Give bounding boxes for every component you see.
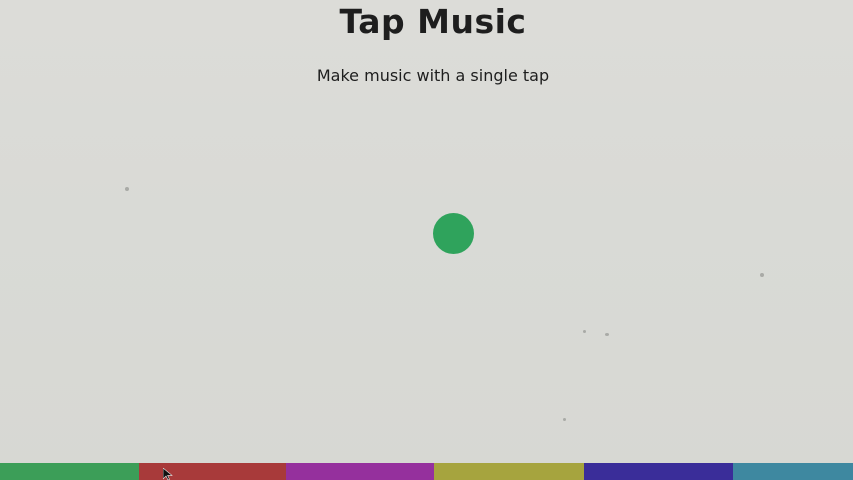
- color-segment-2[interactable]: [139, 463, 286, 480]
- speck: [760, 273, 764, 277]
- color-segment-6[interactable]: [733, 463, 853, 480]
- color-segment-5[interactable]: [584, 463, 733, 480]
- speck: [605, 333, 609, 336]
- page-subtitle: Make music with a single tap: [316, 66, 550, 85]
- speck: [125, 187, 129, 191]
- mouse-cursor-icon: [163, 468, 173, 480]
- tap-circle-button[interactable]: [433, 213, 474, 254]
- color-segment-4[interactable]: [434, 463, 584, 480]
- color-bar: [0, 463, 853, 480]
- color-segment-1[interactable]: [0, 463, 139, 480]
- page-title: Tap Music: [339, 2, 527, 41]
- speck: [563, 418, 566, 421]
- color-segment-3[interactable]: [286, 463, 434, 480]
- speck: [583, 330, 586, 333]
